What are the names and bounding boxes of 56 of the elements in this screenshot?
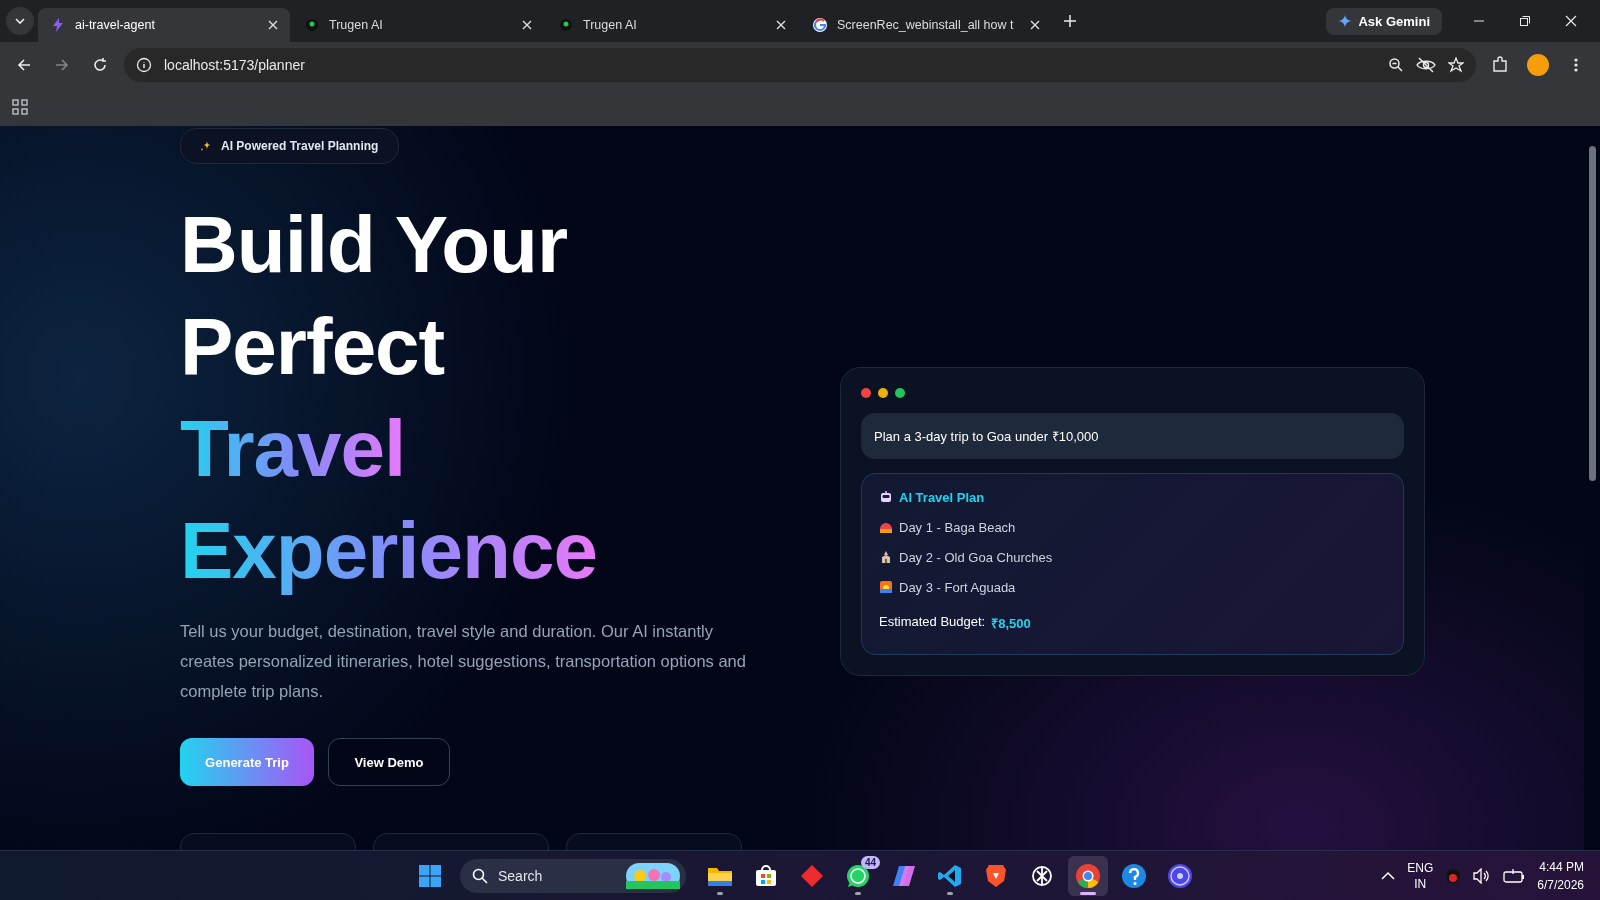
record-icon[interactable] [1445, 867, 1462, 884]
headline-line: Perfect [180, 301, 445, 393]
clock-time[interactable]: 4:44 PM [1539, 857, 1584, 876]
day-item: Day 1 - Baga Beach [899, 519, 1016, 535]
sunset-icon [879, 580, 893, 594]
battery-icon[interactable] [1503, 868, 1526, 883]
eye-off-icon[interactable] [1416, 57, 1436, 73]
google-icon [812, 17, 828, 33]
zoom-icon[interactable] [1388, 57, 1404, 73]
browser-tab[interactable]: Trugen AI [292, 8, 544, 42]
region-label[interactable]: IN [1414, 875, 1427, 892]
church-icon [879, 550, 893, 564]
close-icon[interactable] [774, 18, 788, 32]
window-dot [878, 388, 888, 398]
tab-list-icon[interactable] [6, 7, 34, 35]
dot-icon [304, 17, 320, 33]
robot-icon [879, 490, 893, 504]
info-icon[interactable] [136, 57, 152, 73]
search-field[interactable]: Search [460, 858, 686, 893]
prompt-message: Plan a 3-day trip to Goa under ₹10,000 [861, 413, 1404, 459]
day-item: Day 2 - Old Goa Churches [899, 549, 1053, 565]
caret-up-icon[interactable] [1381, 870, 1396, 881]
description-text: Tell us your budget, destination, travel style and duration. Our AI instantly creates personalized itineraries, hotel suggestions, transportation options and complete trip plans. [180, 621, 747, 702]
headline-line: Build Your [180, 199, 568, 291]
diamond-app-icon [800, 863, 824, 888]
day-item: Day 3 - Fort Aguada [899, 579, 1016, 595]
generate-button[interactable]: Generate Trip [180, 738, 314, 786]
help-app-icon [1121, 862, 1147, 889]
store-app-icon [754, 863, 778, 888]
search-icon [472, 867, 488, 884]
apps-grid-icon[interactable] [12, 99, 28, 115]
feature-badge: AI Powered Travel Planning [180, 128, 400, 164]
close-icon[interactable] [1028, 18, 1042, 32]
browser-tab[interactable]: ScreenRec_webinstall_all how t [800, 8, 1052, 42]
browser-tab[interactable]: Trugen AI [546, 8, 798, 42]
bolt-icon [50, 17, 66, 33]
close-icon[interactable] [520, 18, 534, 32]
star-icon[interactable] [1448, 57, 1464, 73]
notification-badge: 44 [860, 855, 880, 869]
budget-value: ₹8,500 [991, 615, 1031, 632]
volume-icon[interactable] [1473, 867, 1492, 884]
beach-icon [879, 520, 893, 534]
dot-icon [558, 17, 574, 33]
demo-button[interactable]: View Demo [328, 738, 450, 786]
budget-label: Estimated Budget: [879, 614, 986, 631]
window-dot [861, 388, 871, 398]
ask-button[interactable]: Ask Gemini [1326, 7, 1442, 35]
taskbar-button[interactable]: 44 [838, 855, 878, 896]
language-label[interactable]: ENG [1407, 859, 1434, 876]
browser-tab[interactable]: ai-travel-agent [38, 8, 290, 42]
close-icon[interactable] [266, 18, 280, 32]
window-dot [895, 388, 905, 398]
address-bar[interactable]: localhost:5173/planner [124, 48, 1476, 82]
clock-date[interactable]: 6/7/2026 [1537, 875, 1584, 894]
taskbar-button[interactable] [1068, 855, 1108, 896]
plan-title: AI Travel Plan [899, 489, 985, 505]
